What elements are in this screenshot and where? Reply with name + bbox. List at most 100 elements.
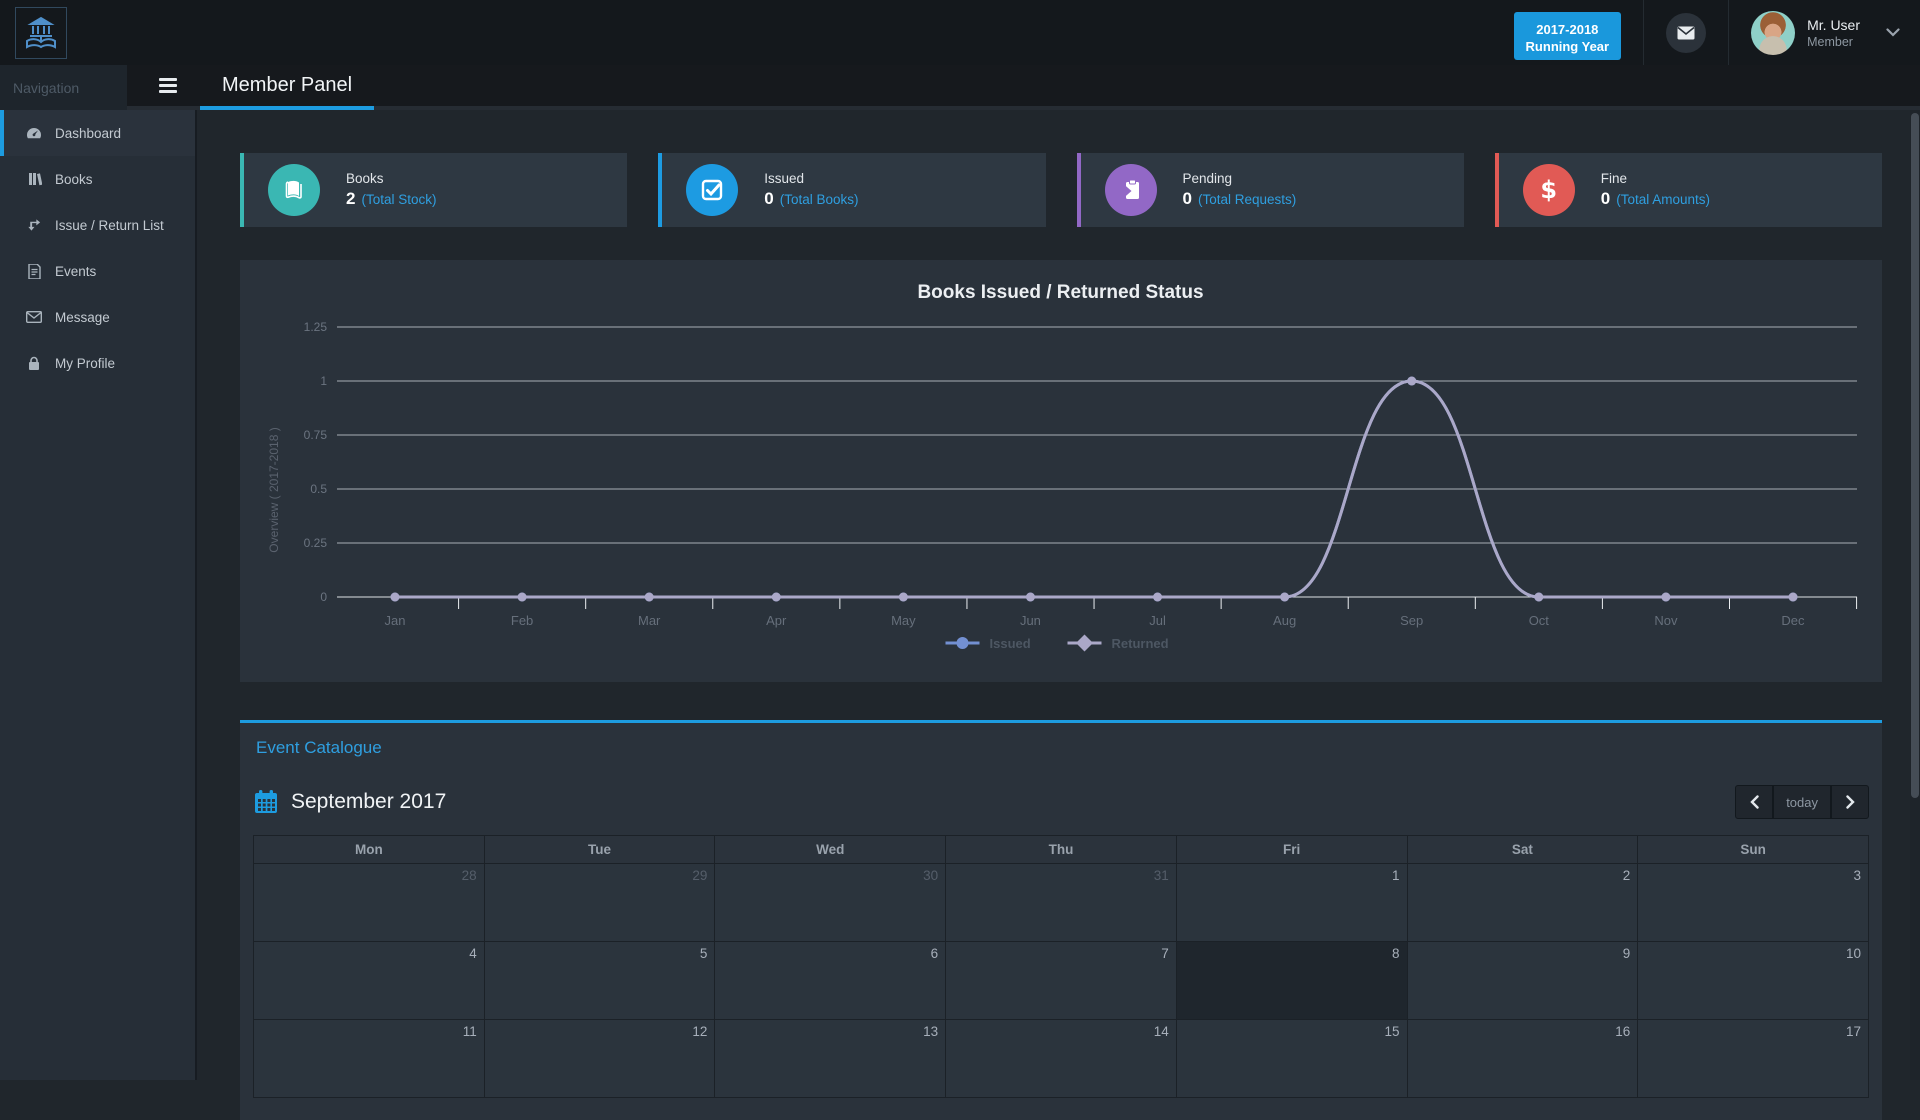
event-catalogue-panel: Event Catalogue September 2017: [240, 720, 1882, 1120]
stat-card-issued: Issued0(Total Books): [658, 153, 1045, 227]
calendar-day-cell-3[interactable]: 3: [1638, 864, 1869, 942]
calendar-day-header-tue: Tue: [484, 836, 715, 864]
sidebar-item-label: Dashboard: [55, 126, 121, 141]
envelope-icon: [1677, 26, 1695, 40]
calendar-day-cell-31-prev[interactable]: 31: [946, 864, 1177, 942]
stat-caption: (Total Requests): [1198, 192, 1296, 207]
event-calendar: MonTueWedThuFriSatSun 282930311234567891…: [253, 835, 1869, 1098]
chart-title: Books Issued / Returned Status: [917, 282, 1203, 303]
calendar-day-cell-9[interactable]: 9: [1407, 942, 1638, 1020]
calendar-day-cell-29-prev[interactable]: 29: [484, 864, 715, 942]
calendar-day-cell-1[interactable]: 1: [1176, 864, 1407, 942]
svg-text:Sep: Sep: [1400, 613, 1423, 628]
calendar-toolbar: September 2017 today: [240, 771, 1882, 835]
check-square-icon: [686, 164, 738, 216]
calendar-day-cell-7[interactable]: 7: [946, 942, 1177, 1020]
sidebar-toggle-button[interactable]: [148, 65, 188, 106]
calendar-day-header-sat: Sat: [1407, 836, 1638, 864]
calendar-month-title: September 2017: [291, 790, 446, 814]
calendar-day-cell-6[interactable]: 6: [715, 942, 946, 1020]
calendar-day-cell-13[interactable]: 13: [715, 1020, 946, 1098]
stat-card-books: Books 2(Total Stock): [240, 153, 627, 227]
svg-text:Feb: Feb: [511, 613, 533, 628]
app-logo[interactable]: [15, 7, 67, 59]
sidebar-item-my-profile[interactable]: My Profile: [0, 340, 195, 386]
chart-legend: IssuedReturned: [946, 635, 1169, 652]
calendar-today-button[interactable]: today: [1773, 785, 1831, 819]
messages-button[interactable]: [1666, 13, 1706, 53]
svg-text:1.25: 1.25: [304, 320, 328, 334]
calendar-day-cell-12[interactable]: 12: [484, 1020, 715, 1098]
calendar-day-header-mon: Mon: [254, 836, 485, 864]
sidebar-item-message[interactable]: Message: [0, 294, 195, 340]
sidebar-item-label: Events: [55, 264, 96, 279]
calendar-day-cell-4[interactable]: 4: [254, 942, 485, 1020]
stat-caption: (Total Stock): [361, 192, 436, 207]
svg-text:0.5: 0.5: [310, 482, 327, 496]
calendar-day-cell-15[interactable]: 15: [1176, 1020, 1407, 1098]
event-catalogue-title: Event Catalogue: [240, 723, 1882, 771]
calendar-icon: [253, 789, 279, 815]
events-icon: [26, 264, 42, 279]
stat-label: Fine: [1601, 171, 1710, 186]
svg-text:Dec: Dec: [1781, 613, 1805, 628]
calendar-day-cell-8[interactable]: 8: [1176, 942, 1407, 1020]
user-menu[interactable]: Mr. User Member: [1751, 11, 1900, 55]
message-icon: [26, 311, 42, 323]
sidebar: Dashboard Books Issue / Return List Events M…: [0, 110, 197, 1080]
user-role: Member: [1807, 35, 1860, 49]
svg-text:Aug: Aug: [1273, 613, 1296, 628]
stat-card-fine: $Fine0(Total Amounts): [1495, 153, 1882, 227]
sidebar-item-books[interactable]: Books: [0, 156, 195, 202]
calendar-day-cell-14[interactable]: 14: [946, 1020, 1177, 1098]
stat-label: Issued: [764, 171, 858, 186]
svg-text:0.25: 0.25: [304, 536, 328, 550]
sidebar-item-dashboard[interactable]: Dashboard: [0, 110, 195, 156]
chart-panel: Books Issued / Returned Status00.250.50.…: [240, 260, 1882, 682]
svg-text:Issued: Issued: [990, 636, 1031, 651]
svg-text:Jun: Jun: [1020, 613, 1041, 628]
calendar-week-row: 28293031123: [254, 864, 1869, 942]
page-scrollbar-track[interactable]: [1910, 65, 1920, 1080]
chevron-right-icon: [1846, 795, 1855, 809]
books-icon: [26, 172, 42, 186]
stat-card-pending: Pending0(Total Requests): [1077, 153, 1464, 227]
stat-value: 0(Total Amounts): [1601, 189, 1710, 209]
calendar-day-cell-11[interactable]: 11: [254, 1020, 485, 1098]
lock-icon: [26, 356, 42, 371]
page-scrollbar-thumb[interactable]: [1911, 113, 1919, 798]
sidebar-item-label: Books: [55, 172, 93, 187]
calendar-day-cell-5[interactable]: 5: [484, 942, 715, 1020]
svg-text:Mar: Mar: [638, 613, 661, 628]
running-year-line1: 2017-2018: [1536, 22, 1598, 37]
chevron-left-icon: [1750, 795, 1759, 809]
stat-value: 2(Total Stock): [346, 189, 437, 209]
stat-label: Pending: [1183, 171, 1297, 186]
calendar-day-cell-17[interactable]: 17: [1638, 1020, 1869, 1098]
calendar-nav-buttons: today: [1735, 785, 1869, 819]
page-title-tab[interactable]: Member Panel: [200, 65, 374, 110]
calendar-prev-button[interactable]: [1735, 785, 1773, 819]
sidebar-header-label: Navigation: [13, 80, 79, 96]
stat-label: Books: [346, 171, 437, 186]
running-year-button[interactable]: 2017-2018 Running Year: [1514, 12, 1622, 60]
svg-text:0: 0: [320, 590, 327, 604]
calendar-day-cell-10[interactable]: 10: [1638, 942, 1869, 1020]
sidebar-item-issue-return-list[interactable]: Issue / Return List: [0, 202, 195, 248]
book-icon: [268, 164, 320, 216]
calendar-next-button[interactable]: [1831, 785, 1869, 819]
sidebar-item-label: My Profile: [55, 356, 115, 371]
user-avatar: [1751, 11, 1795, 55]
stat-caption: (Total Amounts): [1616, 192, 1710, 207]
calendar-day-cell-28-prev[interactable]: 28: [254, 864, 485, 942]
issue-return-icon: [26, 218, 42, 232]
calendar-day-header-thu: Thu: [946, 836, 1177, 864]
calendar-week-row: 45678910: [254, 942, 1869, 1020]
calendar-day-cell-30-prev[interactable]: 30: [715, 864, 946, 942]
sidebar-item-events[interactable]: Events: [0, 248, 195, 294]
calendar-day-cell-16[interactable]: 16: [1407, 1020, 1638, 1098]
calendar-day-cell-2[interactable]: 2: [1407, 864, 1638, 942]
calendar-week-row: 11121314151617: [254, 1020, 1869, 1098]
calendar-day-header-fri: Fri: [1176, 836, 1407, 864]
svg-text:Jul: Jul: [1149, 613, 1166, 628]
